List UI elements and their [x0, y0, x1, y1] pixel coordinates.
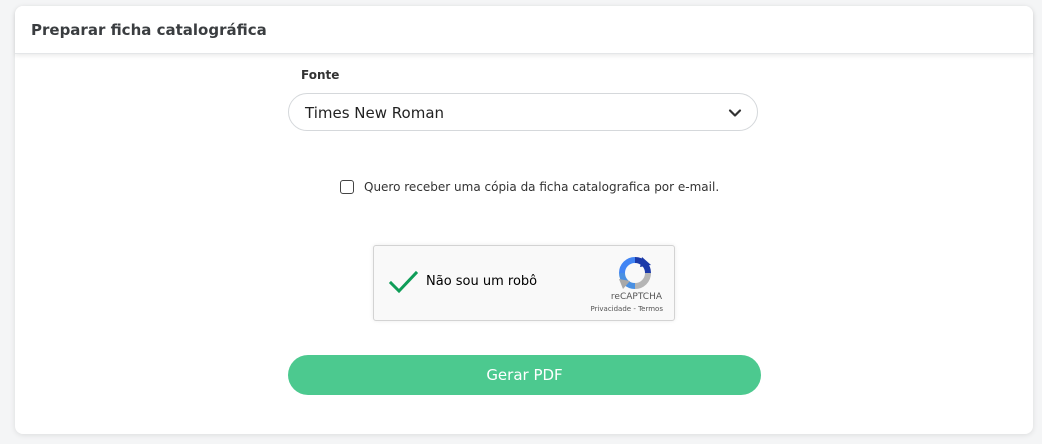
- chevron-down-icon: [728, 109, 742, 117]
- recaptcha-privacy-link[interactable]: Privacidade: [590, 305, 631, 313]
- recaptcha-brand: reCAPTCHA: [610, 292, 662, 302]
- recaptcha-widget: Não sou um robô reCAPTCHA Privacidade - …: [373, 245, 675, 321]
- form-card: Preparar ficha catalográfica Fonte Times…: [15, 6, 1033, 434]
- email-copy-option: Quero receber uma cópia da ficha catalog…: [340, 178, 719, 196]
- font-field-label: Fonte: [301, 68, 340, 82]
- email-copy-checkbox[interactable]: [340, 180, 354, 194]
- card-header: Preparar ficha catalográfica: [15, 6, 1033, 54]
- generate-pdf-button[interactable]: Gerar PDF: [288, 355, 761, 395]
- recaptcha-checkmark-icon[interactable]: [388, 268, 418, 296]
- email-copy-label: Quero receber uma cópia da ficha catalog…: [364, 180, 720, 194]
- recaptcha-logo-icon: [619, 257, 651, 289]
- font-select-value: Times New Roman: [305, 104, 445, 122]
- font-select[interactable]: Times New Roman: [288, 93, 758, 131]
- page-title: Preparar ficha catalográfica: [31, 21, 267, 39]
- recaptcha-label: Não sou um robô: [426, 274, 538, 289]
- recaptcha-terms-link[interactable]: Termos: [638, 305, 663, 313]
- recaptcha-links: Privacidade - Termos: [590, 305, 663, 313]
